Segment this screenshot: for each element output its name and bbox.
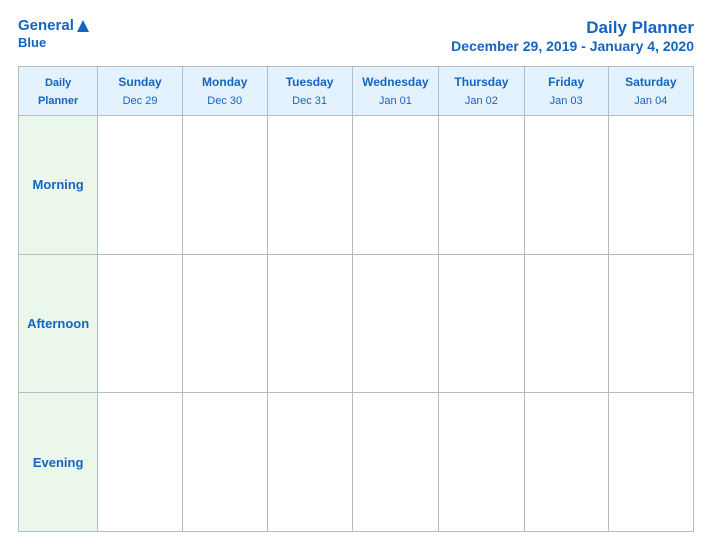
cell-afternoon-sunday[interactable] — [98, 254, 183, 393]
cell-morning-friday[interactable] — [524, 116, 608, 255]
row-label-afternoon: Afternoon — [19, 254, 98, 393]
logo-triangle-icon — [76, 19, 90, 33]
col-header-friday: Friday Jan 03 — [524, 67, 608, 116]
col-date-2: Dec 31 — [292, 95, 327, 107]
cell-evening-saturday[interactable] — [608, 393, 693, 532]
col-header-wednesday: Wednesday Jan 01 — [352, 67, 439, 116]
cell-evening-tuesday[interactable] — [267, 393, 352, 532]
cell-morning-thursday[interactable] — [439, 116, 525, 255]
cell-afternoon-wednesday[interactable] — [352, 254, 439, 393]
header: General Blue Daily Planner December 29, … — [18, 18, 694, 54]
cell-evening-wednesday[interactable] — [352, 393, 439, 532]
row-label-morning: Morning — [19, 116, 98, 255]
col-day-monday: Monday — [202, 75, 247, 89]
col-label-daily: DailyPlanner — [38, 77, 78, 107]
cell-afternoon-friday[interactable] — [524, 254, 608, 393]
col-day-friday: Friday — [548, 75, 584, 89]
col-date-3: Jan 01 — [379, 95, 412, 107]
col-date-5: Jan 03 — [550, 95, 583, 107]
col-day-tuesday: Tuesday — [286, 75, 334, 89]
row-label-evening: Evening — [19, 393, 98, 532]
calendar-table: DailyPlanner Sunday Dec 29 Monday Dec 30 Tue… — [18, 66, 694, 532]
row-afternoon: Afternoon — [19, 254, 694, 393]
page: General Blue Daily Planner December 29, … — [0, 0, 712, 550]
col-day-sunday: Sunday — [118, 75, 161, 89]
col-header-monday: Monday Dec 30 — [182, 67, 267, 116]
row-evening: Evening — [19, 393, 694, 532]
col-date-1: Dec 30 — [207, 95, 242, 107]
cell-morning-wednesday[interactable] — [352, 116, 439, 255]
col-header-label: DailyPlanner — [19, 67, 98, 116]
col-date-4: Jan 02 — [465, 95, 498, 107]
col-day-wednesday: Wednesday — [362, 75, 428, 89]
logo-area: General Blue — [18, 18, 90, 50]
col-day-saturday: Saturday — [625, 75, 676, 89]
title-area: Daily Planner December 29, 2019 - Januar… — [451, 18, 694, 54]
col-date-6: Jan 04 — [634, 95, 667, 107]
cell-afternoon-thursday[interactable] — [439, 254, 525, 393]
cell-evening-thursday[interactable] — [439, 393, 525, 532]
planner-title: Daily Planner — [451, 18, 694, 38]
header-row: DailyPlanner Sunday Dec 29 Monday Dec 30 Tue… — [19, 67, 694, 116]
cell-morning-tuesday[interactable] — [267, 116, 352, 255]
cell-evening-sunday[interactable] — [98, 393, 183, 532]
cell-morning-saturday[interactable] — [608, 116, 693, 255]
cell-morning-sunday[interactable] — [98, 116, 183, 255]
col-header-tuesday: Tuesday Dec 31 — [267, 67, 352, 116]
cell-afternoon-saturday[interactable] — [608, 254, 693, 393]
logo: General — [18, 18, 90, 35]
col-header-thursday: Thursday Jan 02 — [439, 67, 525, 116]
cell-evening-monday[interactable] — [182, 393, 267, 532]
col-header-sunday: Sunday Dec 29 — [98, 67, 183, 116]
cell-afternoon-monday[interactable] — [182, 254, 267, 393]
cell-morning-monday[interactable] — [182, 116, 267, 255]
row-morning: Morning — [19, 116, 694, 255]
planner-subtitle: December 29, 2019 - January 4, 2020 — [451, 38, 694, 54]
logo-blue-label: Blue — [18, 35, 46, 50]
col-day-thursday: Thursday — [454, 75, 508, 89]
cell-afternoon-tuesday[interactable] — [267, 254, 352, 393]
logo-general: General — [18, 18, 74, 35]
col-date-0: Dec 29 — [123, 95, 158, 107]
col-header-saturday: Saturday Jan 04 — [608, 67, 693, 116]
cell-evening-friday[interactable] — [524, 393, 608, 532]
